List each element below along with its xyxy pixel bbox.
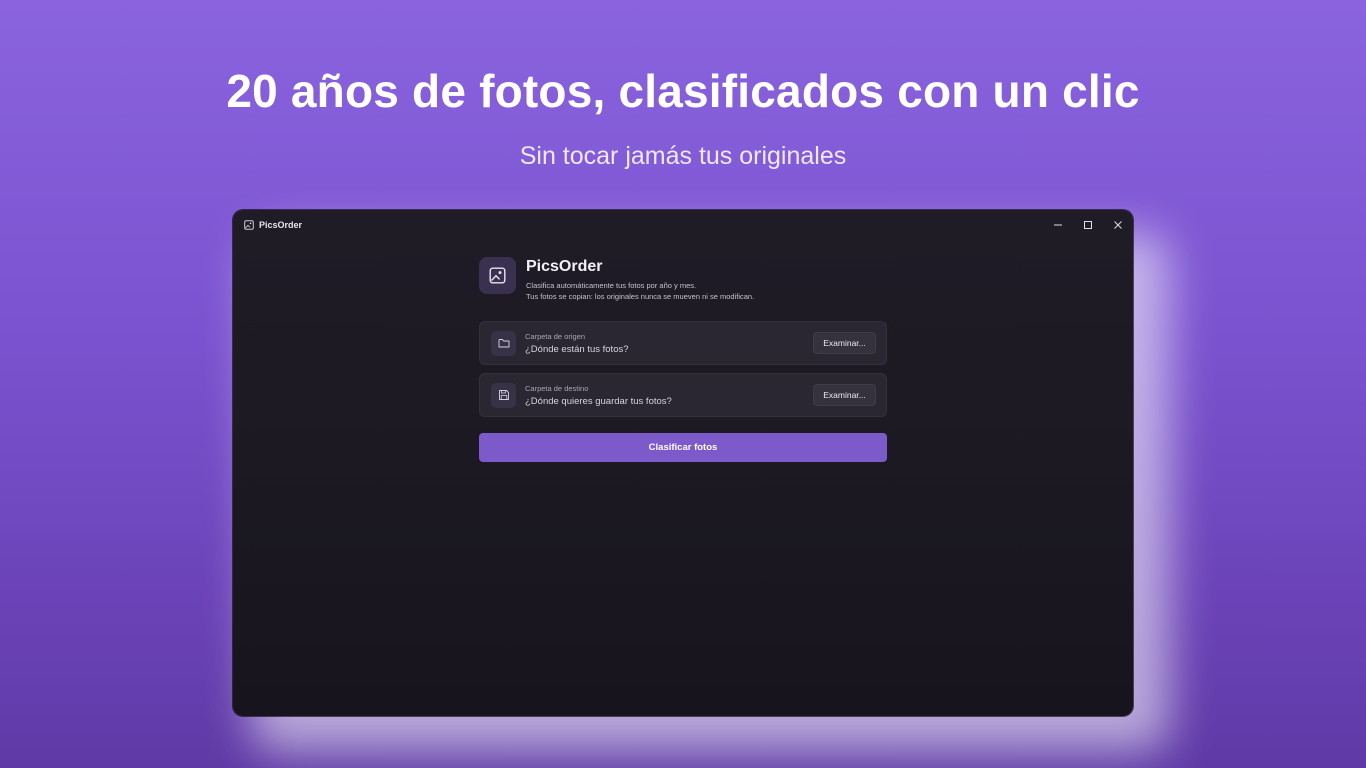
app-window: PicsOrder PicsOrder Clasifica automática… [233,210,1133,716]
classify-photos-button[interactable]: Clasificar fotos [479,433,887,462]
description-line-2: Tus fotos se copian: los originales nunc… [526,292,755,301]
close-icon[interactable] [1103,210,1133,240]
description-line-1: Clasifica automáticamente tus fotos por … [526,281,697,290]
window-title: PicsOrder [259,220,303,230]
destination-folder-card: Carpeta de destino ¿Dónde quieres guarda… [479,373,887,417]
window-controls [1043,210,1133,240]
source-folder-card: Carpeta de origen ¿Dónde están tus fotos… [479,321,887,365]
app-description: Clasifica automáticamente tus fotos por … [526,280,754,302]
image-icon [489,267,506,284]
app-header: PicsOrder Clasifica automáticamente tus … [479,257,887,302]
destination-browse-button[interactable]: Examinar... [813,384,876,406]
save-icon [491,382,516,408]
title-bar[interactable]: PicsOrder [233,210,1133,240]
main-content: PicsOrder Clasifica automáticamente tus … [479,257,887,462]
source-browse-button[interactable]: Examinar... [813,332,876,354]
source-path: ¿Dónde están tus fotos? [525,343,629,355]
app-title: PicsOrder [526,258,603,275]
image-icon [244,220,254,230]
app-logo [479,257,516,294]
source-label: Carpeta de origen [525,331,586,341]
hero-subtitle: Sin tocar jamás tus originales [519,142,847,170]
folder-icon [491,330,516,356]
minimize-icon[interactable] [1043,210,1073,240]
maximize-icon[interactable] [1073,210,1103,240]
destination-label: Carpeta de destino [525,383,589,393]
hero-title: 20 años de fotos, clasificados con un cl… [226,65,1140,117]
destination-path: ¿Dónde quieres guardar tus fotos? [525,395,672,407]
